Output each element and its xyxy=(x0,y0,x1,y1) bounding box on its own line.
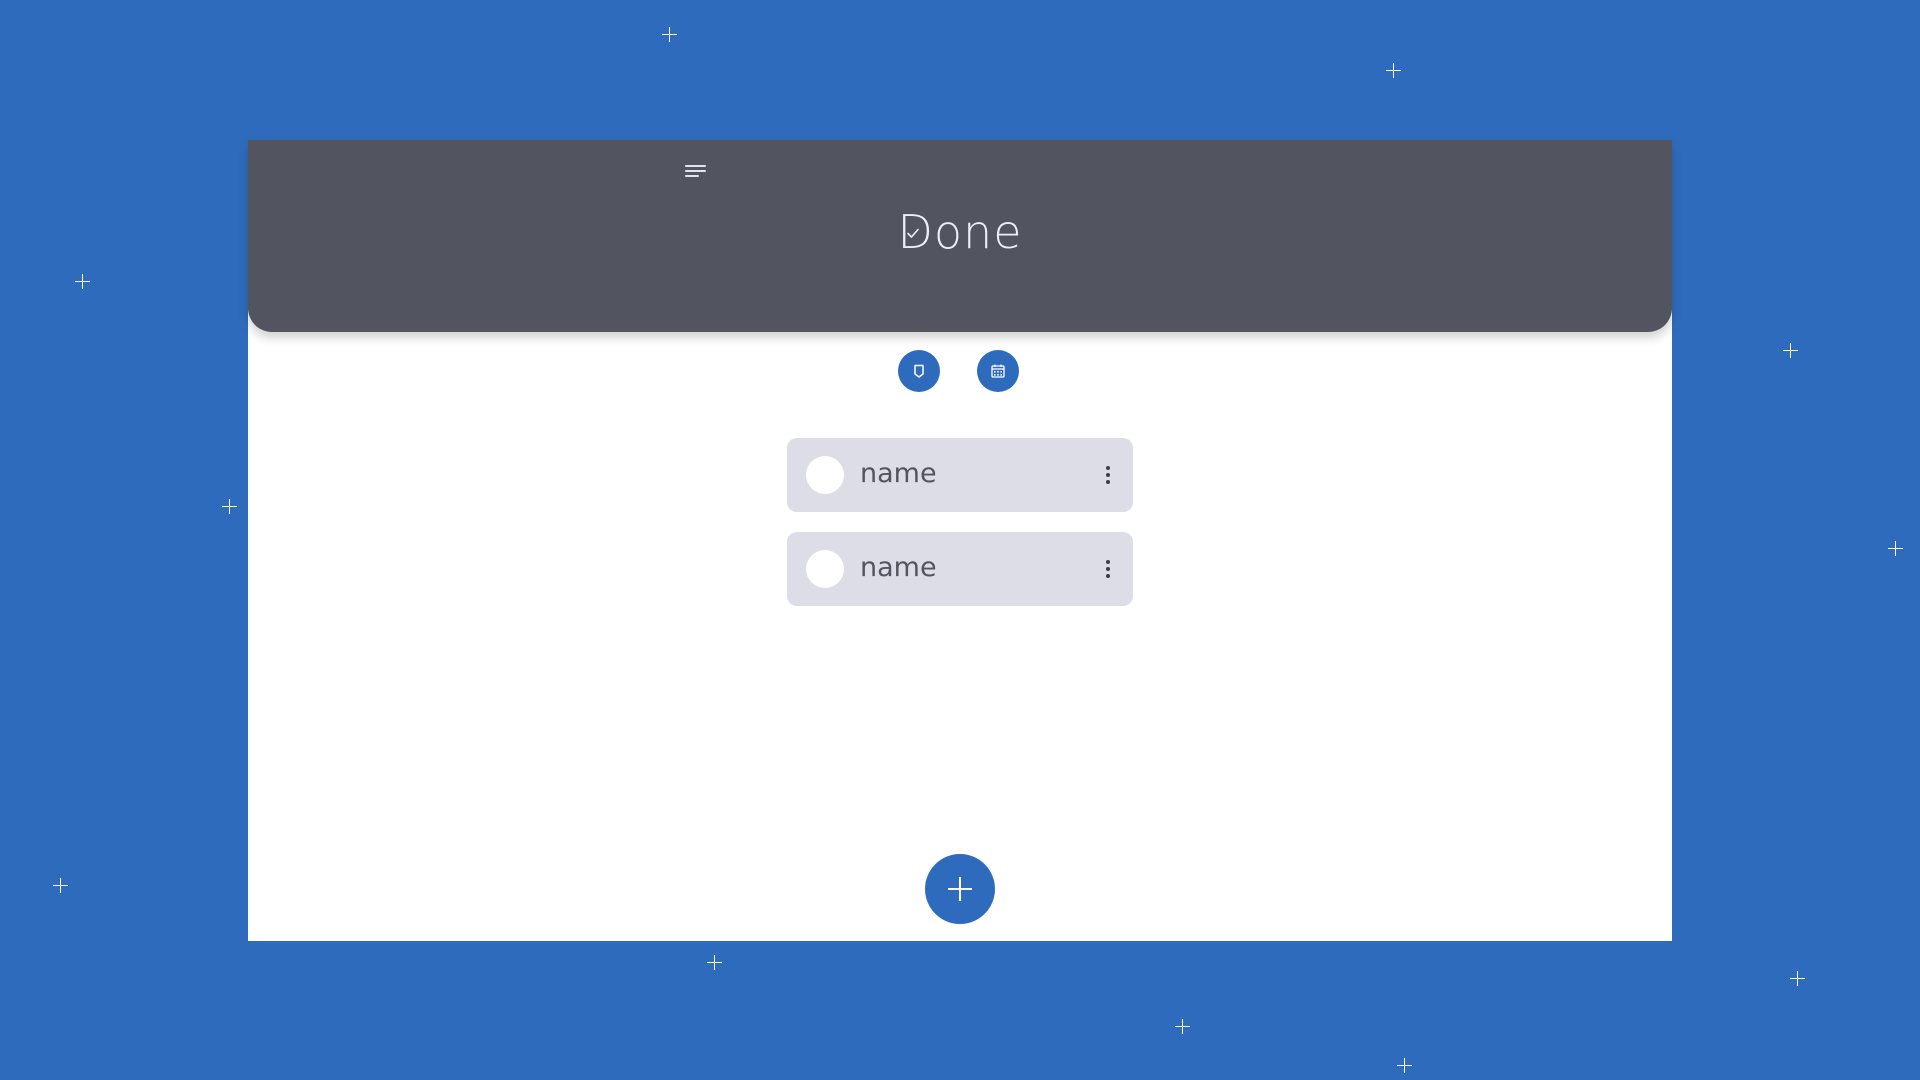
app-header: Done xyxy=(248,140,1672,332)
more-vertical-icon[interactable] xyxy=(1103,556,1113,582)
sparkle-decoration xyxy=(1783,343,1798,358)
add-task-button[interactable] xyxy=(925,854,995,924)
tag-icon xyxy=(914,364,924,378)
sparkle-decoration xyxy=(75,274,90,289)
sparkle-decoration xyxy=(53,878,68,893)
app-window: Done name name xyxy=(248,140,1672,941)
more-vertical-icon[interactable] xyxy=(1103,462,1113,488)
task-item[interactable]: name xyxy=(787,438,1133,512)
sparkle-decoration xyxy=(1397,1058,1412,1073)
task-name: name xyxy=(860,552,937,583)
task-complete-toggle[interactable] xyxy=(806,550,844,588)
page-title: Done xyxy=(897,205,1023,259)
sparkle-decoration xyxy=(1888,541,1903,556)
sparkle-decoration xyxy=(1175,1019,1190,1034)
check-icon xyxy=(907,228,919,238)
calendar-icon xyxy=(991,364,1005,378)
sparkle-decoration xyxy=(1386,63,1401,78)
sparkle-decoration xyxy=(1790,971,1805,986)
task-item[interactable]: name xyxy=(787,532,1133,606)
task-complete-toggle[interactable] xyxy=(806,456,844,494)
sparkle-decoration xyxy=(707,955,722,970)
task-name: name xyxy=(860,458,937,489)
sparkle-decoration xyxy=(662,27,677,42)
sparkle-decoration xyxy=(222,499,237,514)
tag-filter-button[interactable] xyxy=(898,350,940,392)
menu-lines-icon[interactable] xyxy=(682,158,710,184)
date-filter-button[interactable] xyxy=(977,350,1019,392)
desktop-background: Done name name xyxy=(0,0,1920,1080)
task-list: name name xyxy=(787,438,1133,626)
